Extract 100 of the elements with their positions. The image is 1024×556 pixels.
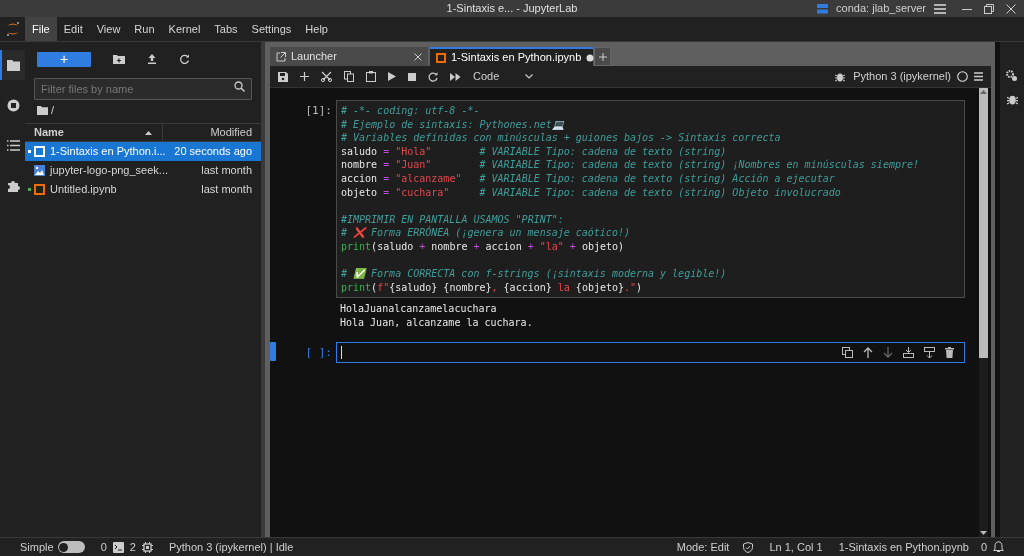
new-folder-icon[interactable]: [113, 54, 125, 64]
move-up-icon[interactable]: [863, 346, 873, 358]
folder-icon: [7, 58, 20, 72]
insert-below-icon[interactable]: [924, 346, 935, 358]
file-row[interactable]: 1-Sintaxis en Python.i... 20 seconds ago: [25, 142, 261, 161]
file-name: 1-Sintaxis en Python.i...: [50, 144, 167, 160]
filter-field[interactable]: Filter files by name: [34, 78, 252, 100]
image-icon: [34, 165, 45, 176]
menu-icon[interactable]: [974, 72, 983, 81]
kernel-name[interactable]: Python 3 (ipykernel): [853, 68, 951, 85]
kernel-status[interactable]: Python 3 (ipykernel) | Idle: [168, 538, 294, 556]
execution-prompt: [1]:: [304, 103, 333, 119]
bug-icon[interactable]: [1006, 94, 1018, 105]
maximize-icon[interactable]: [984, 3, 994, 14]
name-column-header[interactable]: Name: [25, 124, 163, 141]
current-file-name: 1-Sintaxis en Python.ipynb: [838, 539, 969, 555]
gears-icon[interactable]: [1006, 70, 1018, 82]
file-modified: last month: [201, 182, 253, 198]
file-modified: last month: [201, 163, 253, 179]
code-cell-input[interactable]: [336, 100, 965, 299]
search-icon: [234, 81, 245, 92]
menu-item[interactable]: Kernel: [161, 17, 208, 41]
code-line: print(saludo + nombre + accion + "la" + objeto): [341, 239, 626, 254]
menu-item[interactable]: View: [89, 17, 128, 41]
server-icon: [817, 3, 829, 14]
menu-item[interactable]: Settings: [244, 17, 299, 41]
window-title: 1-Sintaxis e... - JupyterLab: [446, 1, 578, 17]
close-icon[interactable]: [414, 52, 422, 61]
code-line: nombre = "Juan" # VARIABLE Tipo: cadena de texto (string) ¡Nombres en minúsculas siempre!: [341, 158, 920, 172]
menu-item[interactable]: Run: [127, 17, 162, 41]
add-icon: [598, 52, 607, 61]
file-modified: 20 seconds ago: [174, 144, 253, 160]
cut-icon[interactable]: [321, 71, 332, 82]
paste-icon[interactable]: [366, 71, 376, 82]
folder-tab[interactable]: [0, 50, 25, 80]
breadcrumb-path[interactable]: /: [51, 102, 55, 119]
code-line: print(f"{saludo} {nombre}, {accion} la {objeto}."): [341, 280, 644, 295]
code-line: # ❌ Forma ERRÓNEA (¡genera un mensaje caótico!): [341, 226, 631, 240]
code-line: # Variables definidas con minúsculas + guiones bajos -> Sintaxis correcta: [341, 131, 782, 145]
new-launcher-button[interactable]: +: [37, 51, 91, 67]
tab[interactable]: Launcher: [270, 47, 428, 66]
menu-item[interactable]: Help: [298, 17, 335, 41]
cell-type-dropdown[interactable]: Code: [473, 68, 545, 85]
execution-prompt: [ ]:: [304, 344, 333, 361]
modified-column-header[interactable]: Modified: [163, 124, 261, 141]
output-line: HolaJuanalcanzamelacuchara: [340, 302, 498, 316]
active-cell-marker: [270, 341, 276, 361]
kernel-count: 2: [129, 539, 136, 555]
bell-icon[interactable]: [993, 541, 1004, 553]
upload-icon[interactable]: [147, 54, 157, 64]
fast-forward-icon[interactable]: [450, 72, 461, 81]
notebook-icon: [34, 146, 45, 157]
notification-count: 0: [980, 539, 987, 555]
notebook-icon: [34, 184, 45, 195]
stop-icon[interactable]: [408, 72, 416, 81]
simple-mode-label: Simple: [20, 539, 54, 555]
simple-mode-toggle[interactable]: [57, 541, 85, 553]
file-row[interactable]: jupyter-logo-png_seek... last month: [25, 161, 261, 180]
list-icon: [7, 138, 20, 152]
chip-icon[interactable]: [141, 541, 153, 553]
folder-icon[interactable]: [37, 106, 48, 115]
code-input-field[interactable]: [336, 341, 965, 363]
code-line: objeto = "cuchara" # VARIABLE Tipo: cadena de texto (string) Objeto involucrado: [341, 185, 842, 200]
tab-label: 1-Sintaxis en Python.ipynb: [451, 50, 582, 66]
bug-icon[interactable]: [835, 71, 846, 82]
code-line: saludo = "Hola" # VARIABLE Tipo: cadena de texto (string): [341, 144, 728, 159]
cursor-position[interactable]: Ln 1, Col 1: [769, 538, 823, 556]
file-name: Untitled.ipynb: [50, 182, 118, 198]
terminal-icon[interactable]: [112, 541, 124, 553]
run-icon[interactable]: [388, 72, 396, 81]
refresh-icon[interactable]: [179, 53, 190, 65]
file-row[interactable]: Untitled.ipynb last month: [25, 180, 261, 199]
menu-icon[interactable]: [934, 3, 946, 14]
menu-item[interactable]: Edit: [56, 17, 90, 41]
shield-icon[interactable]: [743, 541, 754, 553]
menu-item[interactable]: File: [25, 17, 57, 41]
save-icon[interactable]: [278, 71, 288, 82]
code-line: # ✅ Forma CORRECTA con f-strings (¡sintaxis moderna y legible!): [341, 267, 728, 281]
delete-icon[interactable]: [945, 346, 954, 358]
mode-indicator: Mode: Edit: [676, 539, 730, 555]
add-icon[interactable]: [300, 72, 309, 81]
restart-icon[interactable]: [428, 71, 438, 82]
file-name: jupyter-logo-png_seek...: [50, 163, 169, 179]
code-line: accion = "alcanzame" # VARIABLE Tipo: cadena de texto (string) Acción a ejecutar: [341, 171, 836, 186]
scrollbar[interactable]: [979, 88, 988, 537]
tab[interactable]: 1-Sintaxis en Python.ipynb: [430, 47, 593, 66]
column-label: Name: [34, 125, 64, 141]
caret-icon: [525, 74, 534, 79]
output-line: Hola Juan, alcanzame la cuchara.: [340, 315, 534, 330]
notebook-icon: [436, 52, 446, 63]
puzzle-icon: [7, 178, 20, 192]
code-line: # Ejemplo de sintaxis: Pythones.net💻: [341, 117, 565, 132]
new-tab-button[interactable]: [594, 47, 611, 66]
insert-above-icon[interactable]: [903, 346, 914, 358]
environment-label[interactable]: conda: jlab_server: [836, 0, 926, 17]
copy-icon[interactable]: [344, 71, 354, 82]
duplicate-icon[interactable]: [842, 346, 853, 358]
move-down-icon[interactable]: [883, 346, 893, 358]
close-icon[interactable]: [1006, 3, 1016, 14]
menu-item[interactable]: Tabs: [207, 17, 245, 41]
